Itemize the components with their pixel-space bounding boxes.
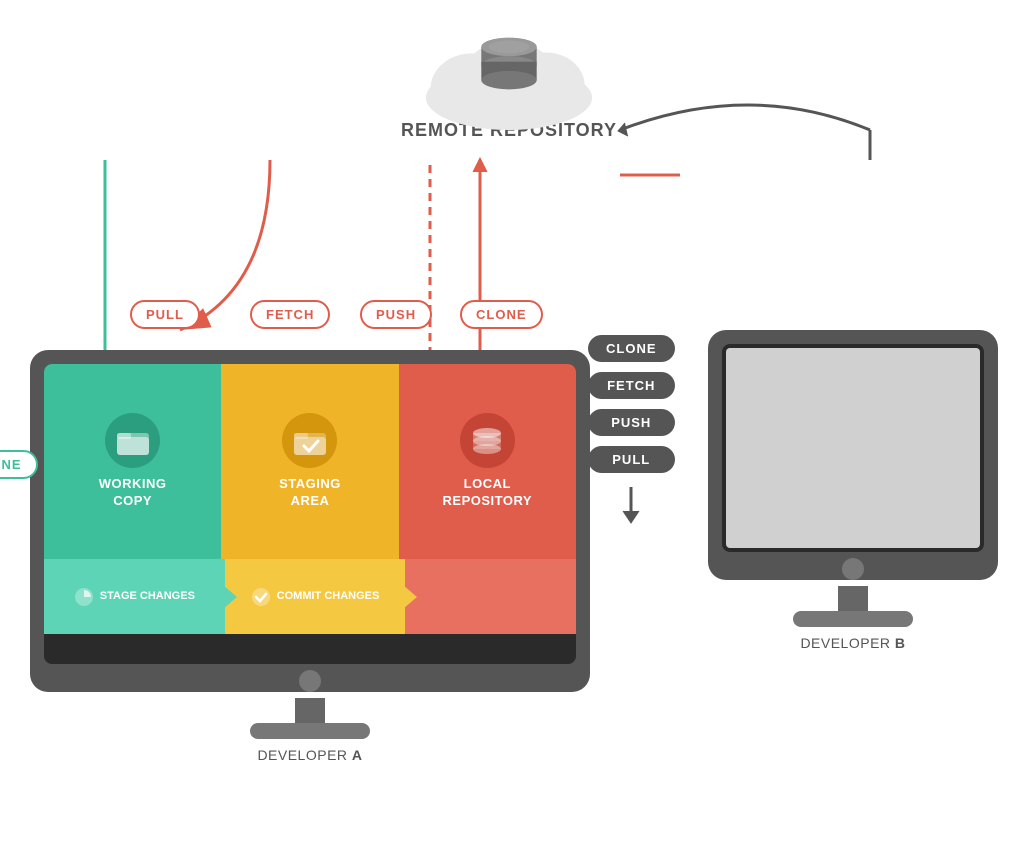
folder-icon — [105, 413, 160, 468]
stage-arrow — [223, 585, 237, 609]
stand-neck-b — [838, 586, 868, 611]
clone-badge-a: CLONE — [0, 450, 38, 479]
dev-b-screen-content — [726, 348, 980, 548]
dev-b-badges-container: CLONE FETCH PUSH PULL — [588, 335, 675, 527]
clone-badge-a2: CLONE — [460, 300, 543, 329]
diagram-container: REMOTE REPOSITORY PULL FETCH PUSH CLONE … — [0, 0, 1018, 858]
dev-b-clone-badge: CLONE — [588, 335, 675, 362]
monitor-stand-a — [30, 698, 590, 739]
local-repo-section: LOCALREPOSITORY — [399, 364, 576, 559]
dev-b-fetch-badge: FETCH — [588, 372, 675, 399]
dev-b-label: DEVELOPER B — [708, 635, 998, 651]
monitor-screen-b — [722, 344, 984, 552]
pull-badge: PULL — [130, 300, 200, 329]
fetch-badge: FETCH — [250, 300, 330, 329]
stand-neck-a — [295, 698, 325, 723]
working-copy-section: WORKINGCOPY — [44, 364, 221, 559]
stand-base-a — [250, 723, 370, 739]
remote-repository: REMOTE REPOSITORY — [399, 10, 619, 141]
monitor-a: PULL FETCH PUSH CLONE CLONE — [30, 290, 590, 763]
monitor-screen-a: WORKINGCOPY — [44, 364, 576, 664]
monitor-frame-b — [708, 330, 998, 580]
dev-b-arrow — [588, 483, 675, 527]
cloud-icon — [399, 10, 619, 130]
staging-icon — [282, 413, 337, 468]
stage-changes-section: STAGE CHANGES — [44, 559, 225, 634]
stand-base-b — [793, 611, 913, 627]
dev-b-push-badge: PUSH — [588, 409, 675, 436]
commit-changes-section: COMMIT CHANGES — [225, 559, 406, 634]
database-icon — [460, 413, 515, 468]
commit-changes-label: COMMIT CHANGES — [277, 589, 380, 603]
monitor-stand-b — [708, 586, 998, 627]
staging-area-section: STAGINGAREA — [221, 364, 398, 559]
commit-arrow — [403, 585, 417, 609]
local-repo-bottom — [405, 559, 576, 634]
monitor-button-b — [842, 558, 864, 580]
monitor-button-a — [299, 670, 321, 692]
push-badge: PUSH — [360, 300, 432, 329]
stage-changes-label: STAGE CHANGES — [100, 589, 195, 603]
working-copy-label: WORKINGCOPY — [99, 476, 167, 510]
monitor-b: CLONE FETCH PUSH PULL DEVELOPER B — [708, 330, 998, 651]
dev-a-label: DEVELOPER A — [30, 747, 590, 763]
dev-b-pull-badge: PULL — [588, 446, 675, 473]
local-repo-label: LOCALREPOSITORY — [443, 476, 533, 510]
staging-area-label: STAGINGAREA — [279, 476, 341, 510]
monitor-frame-a: CLONE WORKI — [30, 350, 590, 692]
